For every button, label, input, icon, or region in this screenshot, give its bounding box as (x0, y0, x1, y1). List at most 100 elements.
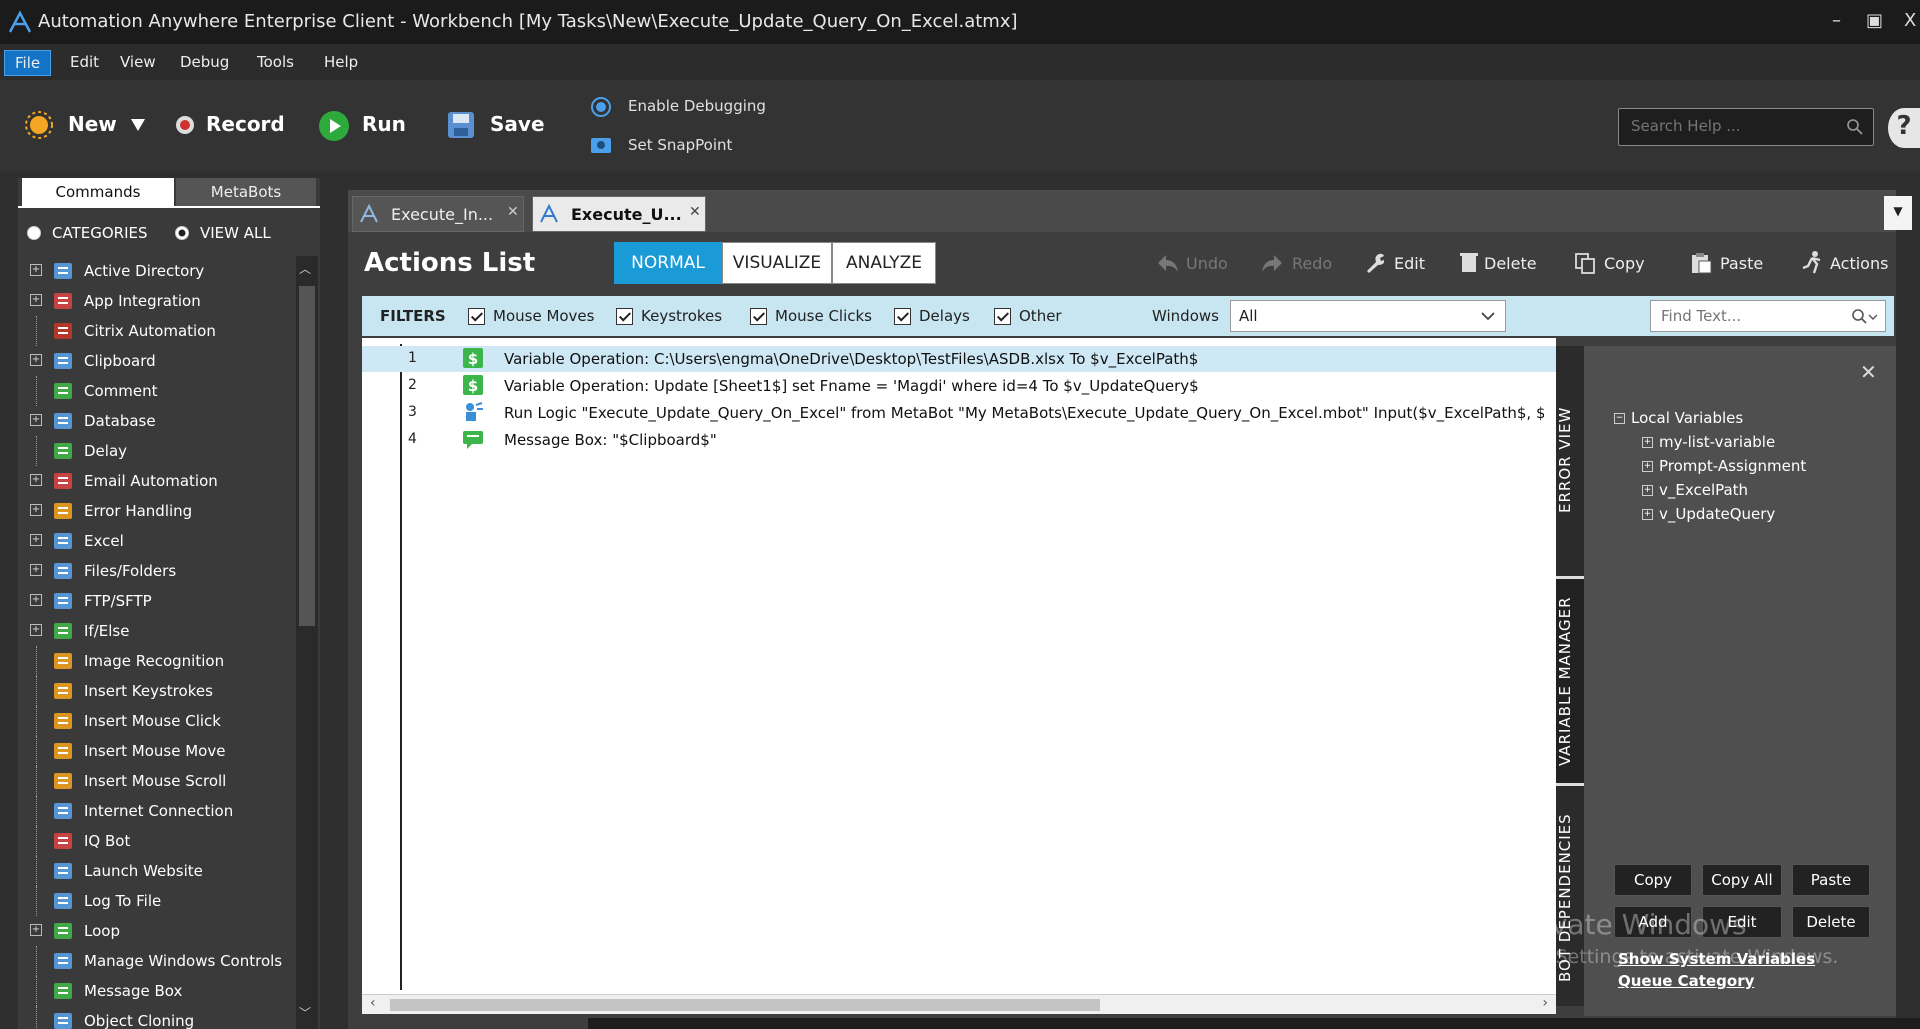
actions-button[interactable]: Actions (1830, 254, 1888, 273)
script-line[interactable]: 1 $ Variable Operation: C:\Users\engma\One… (362, 346, 1556, 372)
var-copy-button[interactable]: Copy (1614, 864, 1692, 896)
filter-delays[interactable]: Delays (894, 307, 970, 325)
command-item[interactable]: Insert Keystrokes (20, 676, 296, 706)
scroll-right-icon[interactable]: › (1542, 995, 1548, 1011)
delete-button[interactable]: Delete (1484, 254, 1537, 273)
variable-item[interactable]: + v_ExcelPath (1642, 481, 1748, 499)
command-item[interactable]: Launch Website (20, 856, 296, 886)
checkbox-checked-icon[interactable] (616, 308, 633, 325)
variable-item[interactable]: + Prompt-Assignment (1642, 457, 1806, 475)
help-search-box[interactable] (1618, 108, 1874, 146)
command-item[interactable]: + Error Handling (20, 496, 296, 526)
scroll-down-icon[interactable]: ﹀ (299, 1004, 311, 1021)
filter-mouse-clicks[interactable]: Mouse Clicks (750, 307, 872, 325)
command-item[interactable]: Internet Connection (20, 796, 296, 826)
command-item[interactable]: + FTP/SFTP (20, 586, 296, 616)
categories-radio-icon[interactable] (26, 225, 42, 241)
view-normal-button[interactable]: NORMAL (614, 242, 722, 284)
command-item[interactable]: + Clipboard (20, 346, 296, 376)
categories-label[interactable]: CATEGORIES (52, 224, 148, 242)
script-line[interactable]: 3 Run Logic "Execute_Update_Query_On_Exce… (362, 400, 1556, 426)
view-all-label[interactable]: VIEW ALL (200, 224, 271, 242)
expand-icon[interactable]: + (30, 594, 42, 606)
menu-help[interactable]: Help (314, 50, 368, 76)
enable-debugging-label[interactable]: Enable Debugging (628, 97, 766, 115)
expand-icon[interactable]: + (1642, 509, 1653, 520)
expand-icon[interactable]: + (30, 564, 42, 576)
windows-select[interactable]: All (1230, 300, 1506, 332)
expand-icon[interactable]: + (30, 474, 42, 486)
paste-button[interactable]: Paste (1720, 254, 1763, 273)
find-search-icon[interactable] (1851, 308, 1877, 326)
tab-overflow-dropdown-icon[interactable]: ▼ (1884, 196, 1912, 230)
script-line[interactable]: 4 Message Box: "$Clipboard$" (362, 427, 1556, 453)
command-item[interactable]: Insert Mouse Move (20, 736, 296, 766)
filter-mouse-moves[interactable]: Mouse Moves (468, 307, 594, 325)
expand-icon[interactable]: + (30, 264, 42, 276)
menu-edit[interactable]: Edit (60, 50, 109, 76)
hscroll-thumb[interactable] (390, 999, 1100, 1011)
command-item[interactable]: + Files/Folders (20, 556, 296, 586)
tab-metabots[interactable]: MetaBots (176, 178, 316, 206)
scroll-up-icon[interactable]: ︿ (299, 260, 311, 277)
command-item[interactable]: IQ Bot (20, 826, 296, 856)
var-copy-all-button[interactable]: Copy All (1702, 864, 1782, 896)
view-all-radio-icon[interactable] (174, 225, 190, 241)
tab-commands[interactable]: Commands (22, 178, 174, 206)
help-button[interactable]: ? (1888, 108, 1920, 148)
command-item[interactable]: + Email Automation (20, 466, 296, 496)
set-snappoint-button[interactable]: Set SnapPoint (628, 136, 732, 154)
variable-item[interactable]: + v_UpdateQuery (1642, 505, 1775, 523)
command-item[interactable]: Manage Windows Controls (20, 946, 296, 976)
queue-category-link[interactable]: Queue Category (1618, 972, 1754, 990)
filter-keystrokes[interactable]: Keystrokes (616, 307, 722, 325)
command-item[interactable]: + Database (20, 406, 296, 436)
minimize-button[interactable]: – (1832, 10, 1841, 31)
undo-button[interactable]: Undo (1186, 254, 1228, 273)
editor-horizontal-scrollbar[interactable]: ‹ › (362, 994, 1556, 1014)
expand-icon[interactable]: + (1642, 437, 1653, 448)
expand-icon[interactable]: + (30, 294, 42, 306)
menu-view[interactable]: View (110, 50, 166, 76)
command-item[interactable]: Message Box (20, 976, 296, 1006)
checkbox-checked-icon[interactable] (750, 308, 767, 325)
command-item[interactable]: + App Integration (20, 286, 296, 316)
view-analyze-button[interactable]: ANALYZE (832, 242, 936, 284)
tab-error-view[interactable]: ERROR VIEW (1556, 350, 1584, 570)
command-item[interactable]: + Loop (20, 916, 296, 946)
command-list-scrollbar[interactable]: ︿ ﹀ (296, 256, 318, 1029)
command-item[interactable]: Comment (20, 376, 296, 406)
checkbox-checked-icon[interactable] (468, 308, 485, 325)
var-paste-button[interactable]: Paste (1792, 864, 1870, 896)
close-tab-icon[interactable]: ✕ (507, 204, 519, 220)
menu-debug[interactable]: Debug (170, 50, 239, 76)
new-dropdown-icon[interactable] (130, 118, 146, 132)
variable-item[interactable]: + my-list-variable (1642, 433, 1775, 451)
collapse-icon[interactable]: − (1614, 413, 1625, 424)
checkbox-checked-icon[interactable] (894, 308, 911, 325)
command-item[interactable]: Image Recognition (20, 646, 296, 676)
command-item[interactable]: Insert Mouse Click (20, 706, 296, 736)
search-icon[interactable] (1846, 118, 1864, 136)
filter-other[interactable]: Other (994, 307, 1062, 325)
script-line[interactable]: 2 $ Variable Operation: Update [Sheet1$] s… (362, 373, 1556, 399)
doc-tab-execute-in[interactable]: Execute_In... ✕ (352, 196, 524, 232)
expand-icon[interactable]: + (1642, 485, 1653, 496)
scroll-left-icon[interactable]: ‹ (370, 995, 376, 1011)
enable-debugging-radio-icon[interactable] (590, 96, 612, 118)
save-button[interactable]: Save (490, 112, 545, 136)
expand-icon[interactable]: + (30, 504, 42, 516)
maximize-button[interactable]: ▣ (1866, 10, 1883, 31)
command-item[interactable]: + If/Else (20, 616, 296, 646)
command-item[interactable]: + Active Directory (20, 256, 296, 286)
scrollbar-thumb[interactable] (299, 286, 315, 626)
expand-icon[interactable]: + (30, 624, 42, 636)
find-text-input[interactable] (1651, 301, 1841, 331)
edit-button[interactable]: Edit (1394, 254, 1425, 273)
run-button[interactable]: Run (362, 112, 406, 136)
expand-icon[interactable]: + (30, 924, 42, 936)
find-text-box[interactable] (1650, 300, 1886, 332)
command-item[interactable]: Delay (20, 436, 296, 466)
local-variables-node[interactable]: − Local Variables (1614, 409, 1743, 427)
redo-button[interactable]: Redo (1292, 254, 1332, 273)
